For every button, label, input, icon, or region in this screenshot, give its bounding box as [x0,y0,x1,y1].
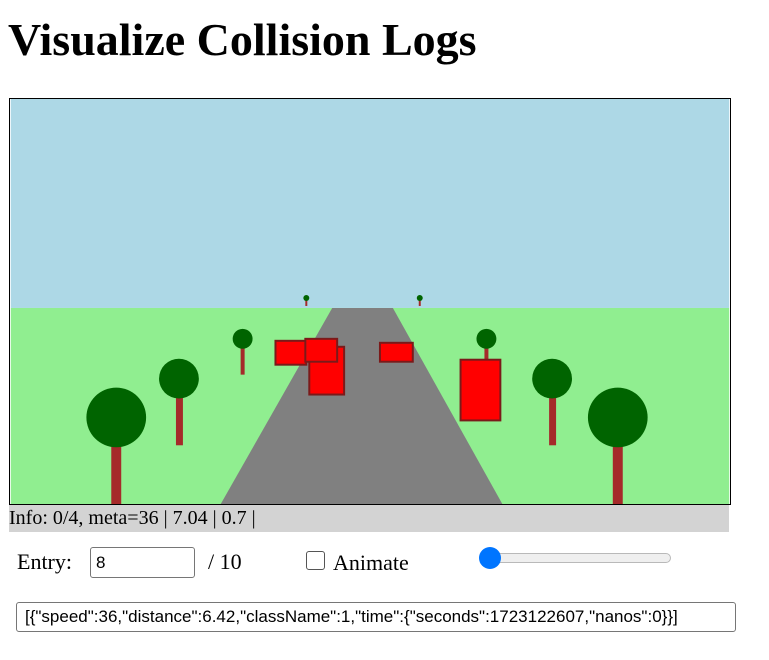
sky [10,99,730,308]
entry-input[interactable] [90,547,195,578]
entry-label: Entry: [17,549,72,574]
collision-scene-canvas [9,98,731,505]
obstacle-box [459,358,502,422]
page-title: Visualize Collision Logs [8,14,477,65]
json-log-field[interactable] [16,602,736,632]
obstacle-box [378,341,414,363]
slider-thumb[interactable] [479,547,501,569]
animate-checkbox[interactable] [306,551,325,570]
slider-track[interactable] [482,553,671,563]
info-bar: Info: 0/4, meta=36 | 7.04 | 0.7 | [9,505,729,532]
entry-total: / 10 [208,549,242,574]
obstacle-box [274,339,308,366]
animate-label: Animate [333,550,409,575]
obstacle-box [304,337,339,363]
